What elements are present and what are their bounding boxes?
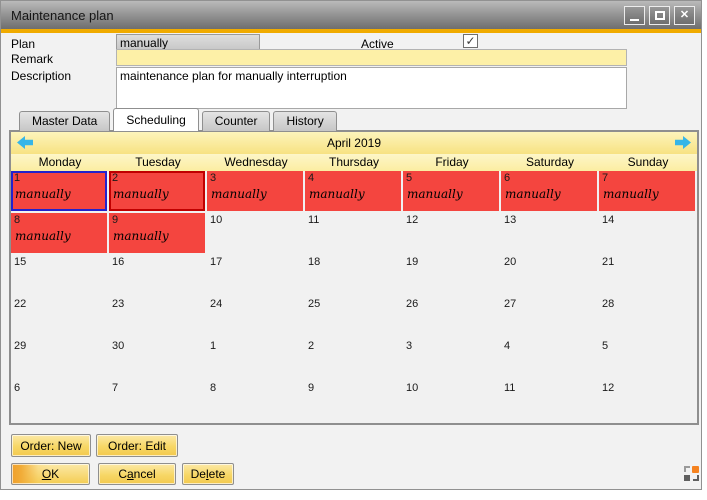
remark-label: Remark xyxy=(11,52,53,66)
calendar-day[interactable]: 21 xyxy=(599,255,697,297)
calendar-day[interactable]: 8 xyxy=(207,381,305,423)
maximize-icon xyxy=(655,11,665,20)
calendar-day[interactable]: 1manually xyxy=(11,171,109,213)
calendar-day[interactable]: 1 xyxy=(207,339,305,381)
weekday-label: Monday xyxy=(11,154,109,171)
calendar-grid: 1manually2manually3manually4manually5man… xyxy=(11,171,697,423)
calendar-day[interactable]: 6 xyxy=(11,381,109,423)
calendar-day[interactable]: 17 xyxy=(207,255,305,297)
maximize-button[interactable] xyxy=(649,6,670,25)
calendar-day[interactable]: 25 xyxy=(305,297,403,339)
accent-bar xyxy=(1,29,701,33)
calendar-day[interactable]: 23 xyxy=(109,297,207,339)
calendar-day[interactable]: 7manually xyxy=(599,171,697,213)
maintenance-plan-window: Maintenance plan ✕ Plan Active Remark De… xyxy=(0,0,702,490)
weekday-label: Wednesday xyxy=(207,154,305,171)
calendar-day[interactable]: 18 xyxy=(305,255,403,297)
calendar-day[interactable]: 28 xyxy=(599,297,697,339)
month-title: April 2019 xyxy=(327,136,381,150)
calendar-day[interactable]: 7 xyxy=(109,381,207,423)
order-new-button[interactable]: Order: New xyxy=(11,434,91,457)
tab-scheduling[interactable]: Scheduling xyxy=(113,108,198,131)
calendar-day[interactable]: 11 xyxy=(305,213,403,255)
next-month-arrow-icon[interactable] xyxy=(675,136,691,149)
weekday-row: MondayTuesdayWednesdayThursdayFridaySatu… xyxy=(11,154,697,171)
calendar-day[interactable]: 24 xyxy=(207,297,305,339)
calendar-day[interactable]: 30 xyxy=(109,339,207,381)
minimize-button[interactable] xyxy=(624,6,645,25)
calendar-day[interactable]: 5manually xyxy=(403,171,501,213)
description-input[interactable]: maintenance plan for manually interrupti… xyxy=(116,67,627,109)
calendar-month-header: April 2019 xyxy=(11,132,697,154)
calendar-day[interactable]: 10 xyxy=(207,213,305,255)
calendar-day[interactable]: 6manually xyxy=(501,171,599,213)
plan-label: Plan xyxy=(11,37,35,51)
resize-form-icon[interactable] xyxy=(684,466,699,481)
window-title: Maintenance plan xyxy=(11,8,620,23)
calendar-day[interactable]: 11 xyxy=(501,381,599,423)
active-checkbox[interactable] xyxy=(463,34,478,48)
tab-history[interactable]: History xyxy=(273,111,336,131)
calendar-day[interactable]: 26 xyxy=(403,297,501,339)
description-label: Description xyxy=(11,69,71,83)
calendar-day[interactable]: 9manually xyxy=(109,213,207,255)
tab-bar: Master DataSchedulingCounterHistory xyxy=(19,109,340,131)
calendar-day[interactable]: 2manually xyxy=(109,171,207,213)
calendar-day[interactable]: 15 xyxy=(11,255,109,297)
order-edit-button[interactable]: Order: Edit xyxy=(96,434,178,457)
previous-month-arrow-icon[interactable] xyxy=(17,136,33,149)
cancel-button[interactable]: Cancel xyxy=(98,463,176,485)
tab-counter[interactable]: Counter xyxy=(202,111,271,131)
calendar-day[interactable]: 13 xyxy=(501,213,599,255)
weekday-label: Sunday xyxy=(599,154,697,171)
weekday-label: Friday xyxy=(403,154,501,171)
calendar-day[interactable]: 12 xyxy=(403,213,501,255)
calendar-day[interactable]: 27 xyxy=(501,297,599,339)
calendar-day[interactable]: 20 xyxy=(501,255,599,297)
close-icon: ✕ xyxy=(680,10,689,21)
calendar-day[interactable]: 3manually xyxy=(207,171,305,213)
calendar-panel: April 2019 MondayTuesdayWednesdayThursda… xyxy=(9,130,699,425)
remark-input[interactable] xyxy=(116,49,627,66)
calendar-day[interactable]: 16 xyxy=(109,255,207,297)
calendar-day[interactable]: 9 xyxy=(305,381,403,423)
calendar-day[interactable]: 5 xyxy=(599,339,697,381)
calendar-day[interactable]: 14 xyxy=(599,213,697,255)
calendar-day[interactable]: 4manually xyxy=(305,171,403,213)
delete-button[interactable]: Delete xyxy=(182,463,234,485)
minimize-icon xyxy=(630,19,639,21)
calendar-day[interactable]: 29 xyxy=(11,339,109,381)
weekday-label: Saturday xyxy=(501,154,599,171)
weekday-label: Tuesday xyxy=(109,154,207,171)
weekday-label: Thursday xyxy=(305,154,403,171)
calendar-day[interactable]: 2 xyxy=(305,339,403,381)
calendar-day[interactable]: 22 xyxy=(11,297,109,339)
tab-master-data[interactable]: Master Data xyxy=(19,111,110,131)
close-button[interactable]: ✕ xyxy=(674,6,695,25)
ok-button[interactable]: OK xyxy=(11,463,90,485)
calendar-day[interactable]: 3 xyxy=(403,339,501,381)
title-bar: Maintenance plan ✕ xyxy=(1,1,701,29)
calendar-day[interactable]: 10 xyxy=(403,381,501,423)
calendar-day[interactable]: 8manually xyxy=(11,213,109,255)
calendar-day[interactable]: 19 xyxy=(403,255,501,297)
calendar-day[interactable]: 12 xyxy=(599,381,697,423)
calendar-day[interactable]: 4 xyxy=(501,339,599,381)
